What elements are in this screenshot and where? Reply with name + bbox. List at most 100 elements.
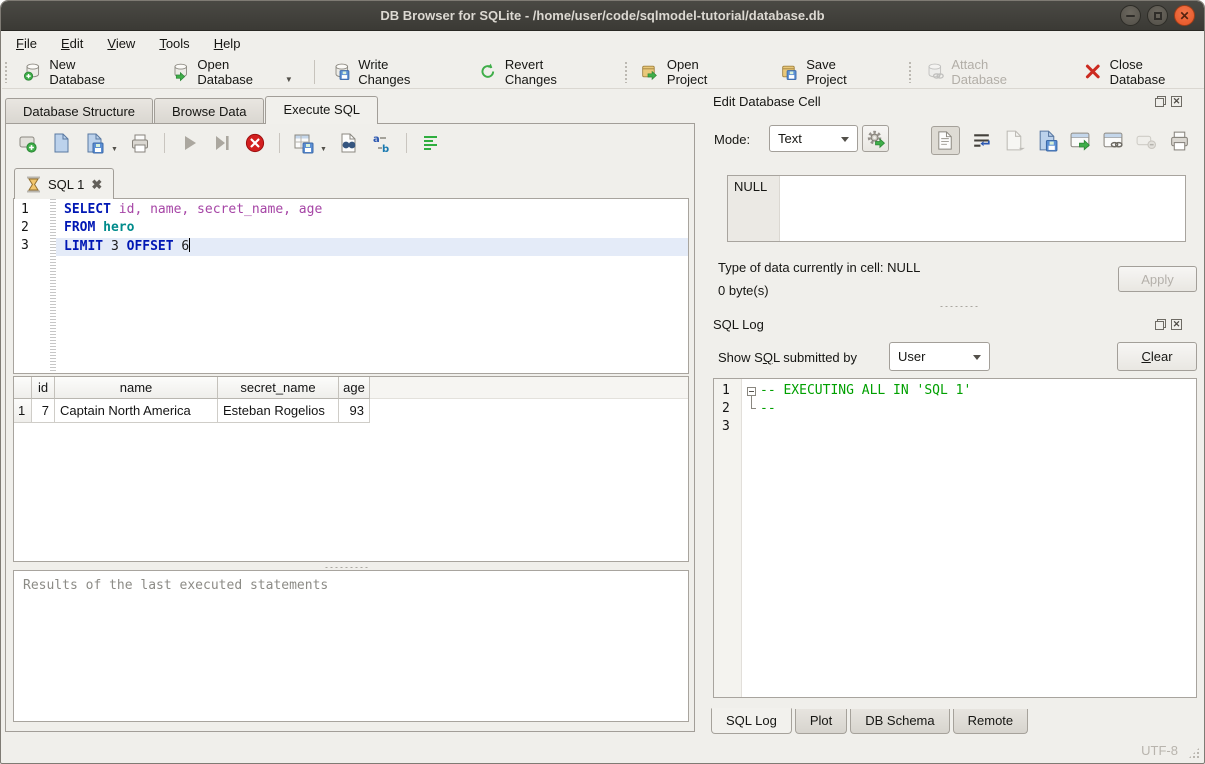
execute-sql-panel: ▼ ▼ ab SQL 1 ✖ 1 SELECT <box>5 123 695 732</box>
maximize-icon <box>1154 12 1162 20</box>
edit-cell-dock-title: Edit Database Cell <box>713 94 821 109</box>
minimize-icon <box>1126 15 1135 17</box>
tab-browse-data[interactable]: Browse Data <box>154 98 264 124</box>
save-results-dropdown-arrow[interactable]: ▼ <box>320 146 327 153</box>
open-sql-file-icon[interactable] <box>51 132 73 154</box>
cell-age[interactable]: 93 <box>339 399 370 423</box>
find-icon[interactable] <box>338 132 360 154</box>
cell-secret-name[interactable]: Esteban Rogelios <box>218 399 339 423</box>
copy-link-icon[interactable] <box>1102 129 1125 152</box>
menu-edit[interactable]: Edit <box>49 32 95 55</box>
dock-tab-plot[interactable]: Plot <box>795 709 847 734</box>
apply-button: Apply <box>1118 266 1197 292</box>
new-database-icon <box>23 61 43 82</box>
menu-file[interactable]: File <box>4 32 49 55</box>
save-results-icon[interactable] <box>293 132 315 154</box>
close-database-icon <box>1083 61 1103 82</box>
svg-text:b: b <box>382 144 389 154</box>
dock-splitter[interactable] <box>939 305 979 308</box>
close-button[interactable]: ✕ <box>1174 5 1195 26</box>
row-header[interactable]: 1 <box>14 399 32 423</box>
dock-tab-remote[interactable]: Remote <box>953 709 1029 734</box>
log-filter-label: Show SQL submitted by <box>718 350 857 365</box>
float-dock-icon[interactable] <box>1155 96 1166 107</box>
titlebar: DB Browser for SQLite - /home/user/code/… <box>1 1 1204 31</box>
close-dock-icon[interactable]: ✕ <box>1171 96 1182 107</box>
close-sql-tab-icon[interactable]: ✖ <box>91 178 102 191</box>
chevron-down-icon <box>973 355 981 360</box>
clear-log-button[interactable]: Clear <box>1117 342 1197 371</box>
open-database-dropdown-arrow[interactable]: ▼ <box>285 75 293 84</box>
close-dock-icon[interactable]: ✕ <box>1171 319 1182 330</box>
svg-text:a: a <box>373 134 380 145</box>
auto-switch-mode-button[interactable] <box>862 125 889 152</box>
open-project-icon <box>640 61 660 82</box>
revert-changes-icon <box>478 61 498 82</box>
horizontal-splitter[interactable] <box>324 566 368 569</box>
open-in-external-icon[interactable] <box>1069 129 1092 152</box>
menu-help[interactable]: Help <box>202 32 253 55</box>
menu-tools[interactable]: Tools <box>147 32 201 55</box>
log-line-3: 3 <box>714 419 1196 437</box>
word-wrap-icon[interactable] <box>970 129 993 152</box>
log-line-1: 1-- EXECUTING ALL IN 'SQL 1' <box>714 383 1196 401</box>
column-header-secret-name[interactable]: secret_name <box>218 377 339 399</box>
sql-editor[interactable]: 1 SELECT id, name, secret_name, age 2 FR… <box>13 198 689 374</box>
gear-arrow-icon <box>865 128 886 149</box>
mode-label: Mode: <box>714 132 750 147</box>
cell-value-editor[interactable]: NULL <box>727 175 1186 242</box>
window-title: DB Browser for SQLite - /home/user/code/… <box>1 1 1204 31</box>
results-message-box[interactable]: Results of the last executed statements <box>13 570 689 722</box>
save-sql-dropdown-arrow[interactable]: ▼ <box>111 146 118 153</box>
column-header-id[interactable]: id <box>32 377 55 399</box>
minimize-button[interactable] <box>1120 5 1141 26</box>
log-filter-select[interactable]: User <box>889 342 990 371</box>
mode-select[interactable]: Text <box>769 125 858 152</box>
format-sql-icon[interactable] <box>420 132 442 154</box>
save-sql-file-icon[interactable] <box>84 132 106 154</box>
text-mode-toggle[interactable] <box>931 126 960 155</box>
print-sql-icon[interactable] <box>129 132 151 154</box>
tab-database-structure[interactable]: Database Structure <box>5 98 153 124</box>
set-null-icon <box>1135 129 1158 152</box>
stop-execution-icon[interactable] <box>244 132 266 154</box>
close-icon: ✕ <box>1179 10 1189 22</box>
results-grid[interactable]: id name secret_name age 1 7 Captain Nort… <box>13 376 689 562</box>
hourglass-icon <box>26 176 41 193</box>
new-database-button[interactable]: New Database <box>14 57 138 87</box>
replace-icon[interactable]: ab <box>371 132 393 154</box>
save-project-button[interactable]: Save Project <box>771 57 884 87</box>
execute-to-cursor-icon <box>211 132 233 154</box>
maximize-button[interactable] <box>1147 5 1168 26</box>
save-project-icon <box>780 61 800 82</box>
cell-name[interactable]: Captain North America <box>55 399 218 423</box>
column-header-name[interactable]: name <box>55 377 218 399</box>
text-cursor <box>189 238 190 252</box>
menu-view[interactable]: View <box>95 32 147 55</box>
new-sql-tab-icon[interactable] <box>18 132 40 154</box>
dock-tab-db-schema[interactable]: DB Schema <box>850 709 949 734</box>
close-database-button[interactable]: Close Database <box>1074 57 1205 87</box>
sql-document-tab[interactable]: SQL 1 ✖ <box>14 168 114 199</box>
sql-line-1: 1 SELECT id, name, secret_name, age <box>14 202 688 220</box>
cell-id[interactable]: 7 <box>32 399 55 423</box>
tab-execute-sql[interactable]: Execute SQL <box>265 96 378 124</box>
print-cell-icon[interactable] <box>1168 129 1191 152</box>
write-changes-button[interactable]: Write Changes <box>323 57 448 87</box>
column-header-age[interactable]: age <box>339 377 370 399</box>
float-dock-icon[interactable] <box>1155 319 1166 330</box>
cell-size-info: 0 byte(s) <box>718 283 769 298</box>
toolbar-handle[interactable] <box>4 61 8 83</box>
write-changes-icon <box>332 61 352 82</box>
open-project-button[interactable]: Open Project <box>631 57 746 87</box>
dock-tab-sql-log[interactable]: SQL Log <box>711 708 792 734</box>
sql-log-view[interactable]: 1-- EXECUTING ALL IN 'SQL 1' 2-- 3 <box>713 378 1197 698</box>
resize-grip[interactable] <box>1188 747 1200 759</box>
export-data-icon[interactable] <box>1036 129 1059 152</box>
chevron-down-icon <box>841 137 849 142</box>
app-window: DB Browser for SQLite - /home/user/code/… <box>0 0 1205 764</box>
revert-changes-button[interactable]: Revert Changes <box>469 57 601 87</box>
cell-editor-toolbar <box>931 126 1191 155</box>
menu-bar: File Edit View Tools Help <box>2 32 1205 55</box>
open-database-button[interactable]: Open Database ▼ <box>162 57 302 87</box>
